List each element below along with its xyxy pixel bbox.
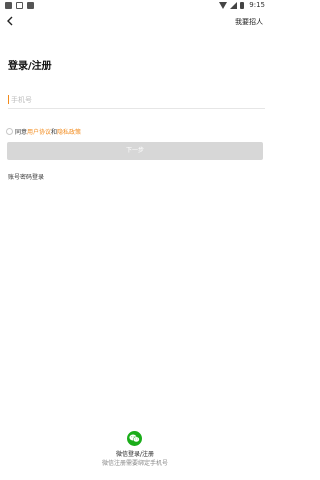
password-login-link[interactable]: 账号密码登录 bbox=[8, 172, 44, 181]
status-time: 9:15 bbox=[249, 1, 265, 9]
image-notification-icon bbox=[16, 2, 23, 9]
system-icons: 9:15 bbox=[219, 1, 265, 9]
agreement-row: 同意 用户协议 和 隐私政策 bbox=[6, 127, 81, 136]
app-notification-icon bbox=[27, 2, 34, 9]
phone-input[interactable] bbox=[8, 92, 265, 109]
battery-icon bbox=[240, 1, 245, 9]
wechat-note: 微信注册需要绑定手机号 bbox=[101, 460, 168, 467]
page-title: 登录/注册 bbox=[8, 61, 52, 72]
wechat-icon bbox=[129, 434, 140, 443]
notification-icon bbox=[5, 2, 12, 9]
next-button[interactable]: 下一步 bbox=[7, 142, 263, 160]
wechat-login-button[interactable] bbox=[127, 431, 142, 446]
status-bar: 9:15 bbox=[0, 0, 270, 13]
input-caret bbox=[8, 95, 9, 104]
agree-radio[interactable] bbox=[6, 128, 13, 135]
agree-prefix: 同意 bbox=[15, 129, 28, 136]
wechat-login-label[interactable]: 微信登录/注册 bbox=[0, 449, 270, 458]
back-arrow-icon[interactable] bbox=[6, 16, 18, 28]
signal-icon bbox=[230, 1, 238, 9]
notification-icons bbox=[5, 2, 34, 9]
wifi-icon bbox=[219, 1, 228, 9]
privacy-policy-link[interactable]: 隐私政策 bbox=[57, 127, 81, 136]
recruit-button[interactable]: 我要招人 bbox=[235, 17, 263, 27]
user-agreement-link[interactable]: 用户协议 bbox=[27, 127, 51, 136]
